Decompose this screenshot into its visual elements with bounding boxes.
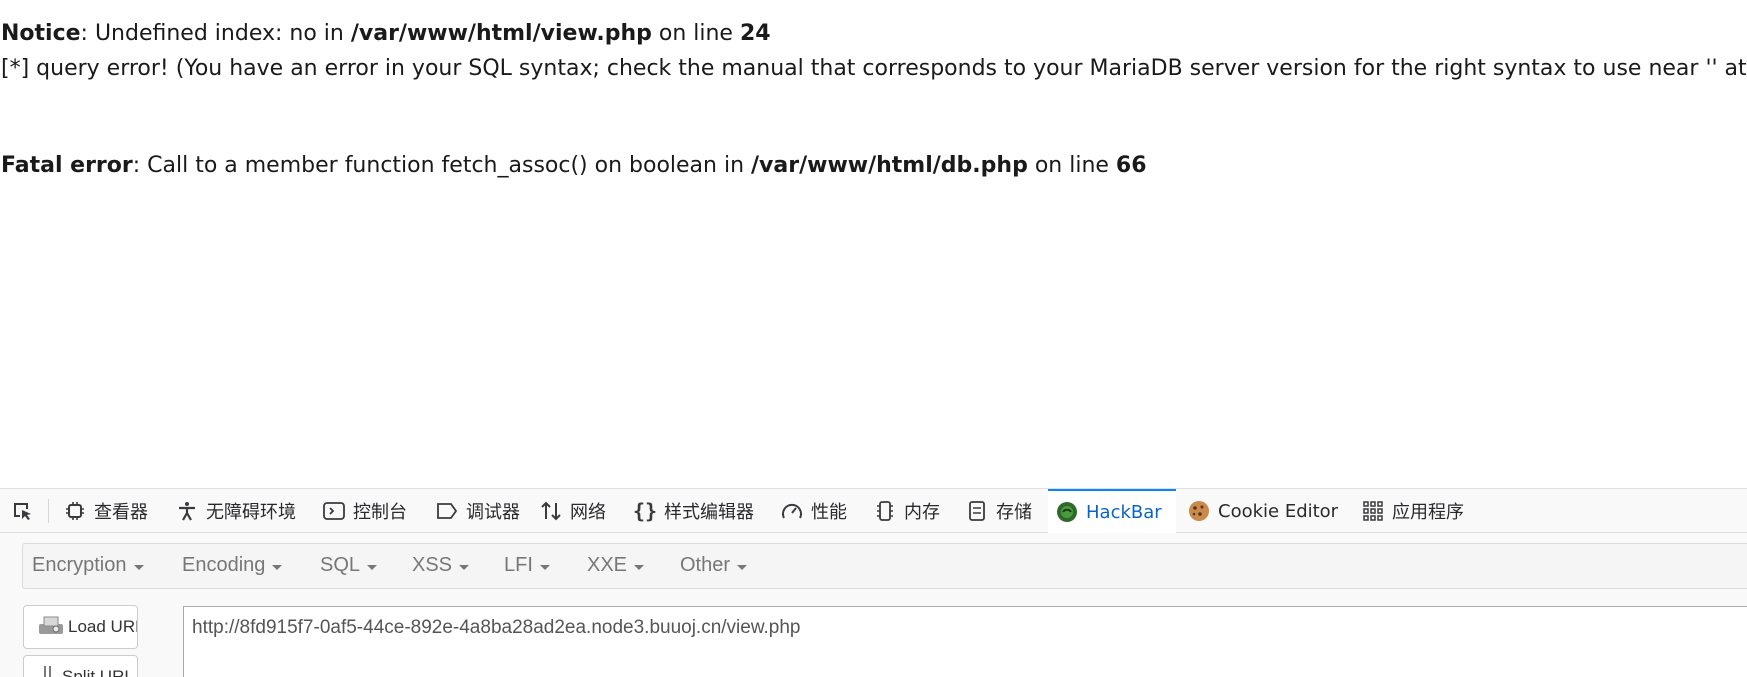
menu-other-label: Other (680, 554, 731, 576)
devtools-panel: 查看器 无障碍环境 控制台 调试器 网络 {} 样式编辑器 性能 内存 存储 H… (0, 488, 1747, 677)
tab-console-label: 控制台 (353, 502, 407, 523)
tab-accessibility-label: 无障碍环境 (206, 502, 296, 523)
caret-down-icon (272, 564, 283, 570)
caret-down-icon (634, 564, 645, 570)
caret-down-icon (367, 564, 378, 570)
menu-xxe-label: XXE (587, 554, 628, 576)
menu-lfi[interactable]: LFI (504, 554, 550, 577)
tab-application-label: 应用程序 (1392, 502, 1464, 523)
split-url-button[interactable]: Split URL (23, 655, 138, 677)
menu-sql-label: SQL (320, 554, 361, 576)
element-picker-icon[interactable] (8, 499, 38, 525)
tab-hackbar[interactable]: HackBar (1048, 489, 1176, 533)
tab-application[interactable]: 应用程序 (1354, 489, 1472, 533)
menu-encoding[interactable]: Encoding (182, 554, 283, 577)
split-url-icon (38, 664, 58, 677)
tab-cookie-editor[interactable]: Cookie Editor (1180, 489, 1346, 533)
tab-performance[interactable]: 性能 (773, 489, 855, 533)
menu-xss-label: XSS (412, 554, 453, 576)
tab-storage-label: 存储 (996, 502, 1032, 523)
tab-hackbar-label: HackBar (1086, 501, 1162, 523)
tab-console[interactable]: 控制台 (315, 489, 415, 533)
tab-debugger-label: 调试器 (466, 502, 520, 523)
tab-memory[interactable]: 内存 (866, 489, 948, 533)
menu-other[interactable]: Other (680, 554, 748, 577)
split-url-label: Split URL (62, 667, 134, 677)
tab-inspector[interactable]: 查看器 (56, 489, 156, 533)
memory-icon (874, 500, 896, 522)
fatal-label: Fatal error (1, 153, 133, 178)
menu-xxe[interactable]: XXE (587, 554, 645, 577)
tab-performance-label: 性能 (811, 502, 847, 523)
load-url-label: Load URL (68, 617, 138, 636)
hackbar-icon (1056, 501, 1078, 523)
menu-sql[interactable]: SQL (320, 554, 378, 577)
tab-style-editor-label: 样式编辑器 (664, 502, 754, 523)
notice-text: : Undefined index: no in (80, 21, 351, 46)
load-url-button[interactable]: Load URL (23, 605, 138, 649)
inspector-icon (64, 500, 86, 522)
hackbar-menu: Encryption Encoding SQL XSS LFI XXE Othe… (22, 543, 1747, 589)
menu-xss[interactable]: XSS (412, 554, 470, 577)
query-error-message: [*] query error! (You have an error in y… (1, 56, 1747, 81)
tab-network-label: 网络 (570, 502, 606, 523)
fatal-on-line: on line (1027, 153, 1116, 178)
url-input-value: http://8fd915f7-0af5-44ce-892e-4a8ba28ad… (192, 617, 801, 638)
caret-down-icon (539, 564, 550, 570)
console-icon (323, 500, 345, 522)
devtools-toolbar: 查看器 无障碍环境 控制台 调试器 网络 {} 样式编辑器 性能 内存 存储 H… (0, 489, 1747, 533)
application-icon (1362, 500, 1384, 522)
accessibility-icon (176, 500, 198, 522)
tab-inspector-label: 查看器 (94, 502, 148, 523)
debugger-icon (436, 500, 458, 522)
menu-encryption[interactable]: Encryption (32, 554, 144, 577)
tab-storage[interactable]: 存储 (958, 489, 1040, 533)
caret-down-icon (459, 564, 470, 570)
fatal-text: : Call to a member function fetch_assoc(… (132, 153, 752, 178)
network-icon (540, 500, 562, 522)
style-editor-icon: {} (632, 499, 658, 523)
notice-file: /var/www/html/view.php (350, 21, 652, 46)
caret-down-icon (133, 564, 144, 570)
notice-label: Notice (1, 21, 81, 46)
tab-network[interactable]: 网络 (532, 489, 614, 533)
load-url-icon (38, 614, 64, 641)
notice-line-number: 24 (739, 21, 771, 46)
menu-encryption-label: Encryption (32, 554, 127, 576)
performance-icon (781, 500, 803, 522)
fatal-error-message: Fatal error: Call to a member function f… (1, 148, 1147, 183)
notice-on-line: on line (651, 21, 740, 46)
caret-down-icon (737, 564, 748, 570)
notice-message: Notice: Undefined index: no in /var/www/… (1, 16, 771, 51)
cookie-icon (1188, 500, 1210, 522)
tab-style-editor[interactable]: {} 样式编辑器 (626, 489, 762, 533)
url-input[interactable]: http://8fd915f7-0af5-44ce-892e-4a8ba28ad… (183, 606, 1747, 677)
menu-encoding-label: Encoding (182, 554, 266, 576)
fatal-file: /var/www/html/db.php (751, 153, 1028, 178)
tab-memory-label: 内存 (904, 502, 940, 523)
fatal-line-number: 66 (1115, 153, 1147, 178)
toolbar-separator (48, 499, 49, 523)
tab-cookie-editor-label: Cookie Editor (1218, 500, 1339, 522)
tab-debugger[interactable]: 调试器 (428, 489, 528, 533)
storage-icon (966, 500, 988, 522)
tab-accessibility[interactable]: 无障碍环境 (168, 489, 304, 533)
menu-lfi-label: LFI (504, 554, 533, 576)
